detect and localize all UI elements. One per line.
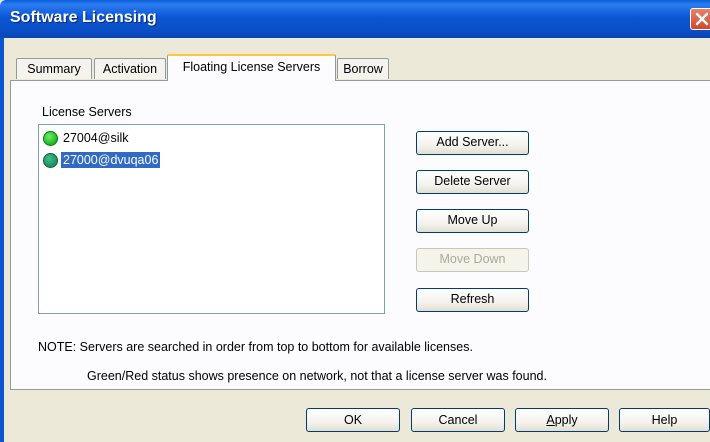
close-icon [695, 12, 709, 26]
move-up-button[interactable]: Move Up [416, 209, 529, 233]
refresh-button[interactable]: Refresh [416, 288, 529, 312]
server-name: 27004@silk [63, 131, 129, 145]
close-button[interactable] [690, 8, 710, 30]
tab-floating-license-servers[interactable]: Floating License Servers [167, 54, 336, 81]
help-button[interactable]: Help [619, 408, 710, 432]
license-servers-list[interactable]: 27004@silk 27000@dvuqa06 [38, 124, 385, 314]
note-status-meaning: Green/Red status shows presence on netwo… [87, 369, 547, 383]
apply-mnemonic: A [546, 413, 555, 427]
status-green-icon [43, 152, 58, 168]
window-title: Software Licensing [10, 9, 157, 26]
ok-button[interactable]: OK [306, 408, 400, 432]
tab-summary[interactable]: Summary [16, 58, 92, 79]
server-name: 27000@dvuqa06 [59, 151, 162, 169]
license-servers-label: License Servers [42, 105, 132, 119]
add-server-button[interactable]: Add Server... [416, 131, 529, 155]
list-item[interactable]: 27004@silk [43, 129, 131, 147]
status-green-icon [43, 130, 58, 146]
cancel-button[interactable]: Cancel [411, 408, 505, 432]
title-bar[interactable]: Software Licensing [0, 0, 710, 38]
note-search-order: NOTE: Servers are searched in order from… [38, 340, 473, 354]
apply-label-rest: pply [554, 413, 578, 427]
delete-server-button[interactable]: Delete Server [416, 170, 529, 194]
list-item-selected[interactable]: 27000@dvuqa06 [43, 151, 162, 169]
tab-activation[interactable]: Activation [94, 58, 166, 79]
tab-borrow[interactable]: Borrow [337, 58, 389, 79]
move-down-button[interactable]: Move Down [416, 248, 529, 272]
apply-button[interactable]: Apply [515, 408, 609, 432]
